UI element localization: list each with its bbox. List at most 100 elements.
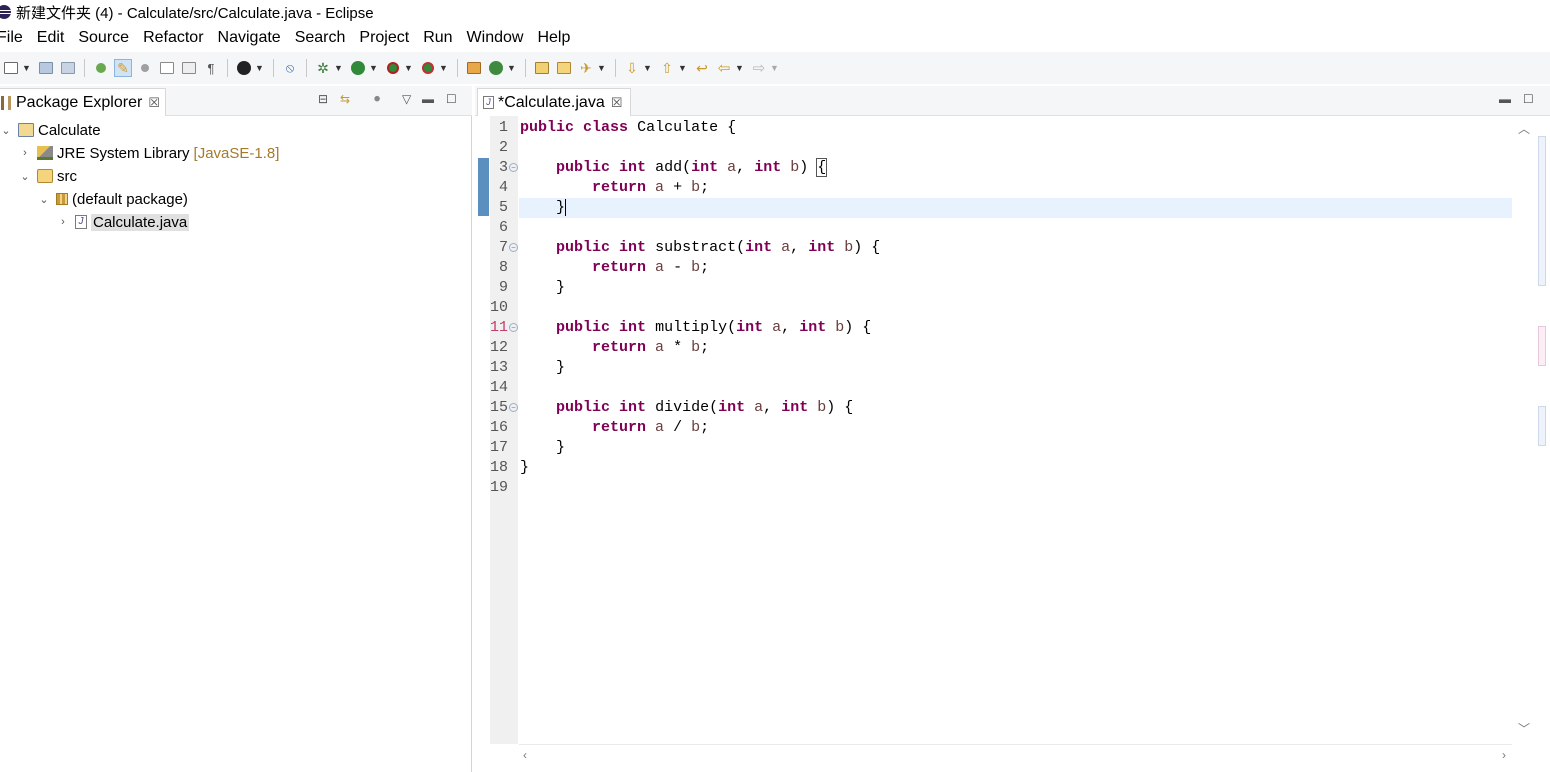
new-icon[interactable] [2, 59, 20, 77]
maximize-icon[interactable]: ☐ [446, 92, 457, 106]
profile-icon[interactable] [235, 59, 253, 77]
external-tools-icon[interactable] [419, 59, 437, 77]
save-icon[interactable] [37, 59, 55, 77]
link-with-editor-icon[interactable]: ⇆ [340, 92, 350, 106]
chevron-up-icon[interactable]: ︿ [1518, 120, 1530, 137]
menu-search[interactable]: Search [295, 29, 346, 47]
show-whitespace-icon[interactable]: ¶ [202, 59, 220, 77]
new-class-dropdown-icon[interactable]: ▼ [507, 59, 516, 77]
toolbar-separator [306, 59, 307, 77]
eclipse-icon [0, 5, 11, 19]
tree-item-default-package[interactable]: ⌄ (default package) [38, 188, 188, 210]
open-type-hierarchy-icon[interactable] [533, 59, 551, 77]
fold-toggle-icon[interactable]: − [509, 243, 518, 252]
fold-toggle-icon[interactable]: − [509, 163, 518, 172]
fold-toggle-icon[interactable]: − [509, 403, 518, 412]
tree-item-calculate-project[interactable]: ⌄ Calculate [0, 119, 100, 141]
open-type-icon[interactable] [92, 59, 110, 77]
fold-toggle-icon[interactable]: − [509, 323, 518, 332]
horizontal-scrollbar[interactable]: ‹ › [519, 744, 1512, 768]
code-editor[interactable]: 1 2 3−4 5 6 7−8 9 10 11−12 13 14 15−16 17 18 19 public… [475, 116, 1550, 772]
menu-file[interactable]: File [0, 29, 23, 47]
tree-item-jre-system-library[interactable]: › JRE System Library [JavaSE-1.8] [19, 142, 279, 164]
save-all-icon[interactable] [59, 59, 77, 77]
open-task-dropdown-icon[interactable]: ▼ [597, 59, 606, 77]
chevron-down-icon[interactable]: ⌄ [19, 170, 31, 183]
view-menu-icon[interactable]: ▽ [402, 92, 411, 106]
chevron-right-icon[interactable]: › [1502, 748, 1506, 762]
block-selection-icon[interactable] [158, 59, 176, 77]
menu-run[interactable]: Run [423, 29, 452, 47]
new-dropdown-icon[interactable]: ▼ [22, 59, 31, 77]
line-number: 11 [489, 319, 508, 336]
menu-source[interactable]: Source [78, 29, 129, 47]
external-tools-dropdown-icon[interactable]: ▼ [439, 59, 448, 77]
tree-item-src[interactable]: ⌄ src [19, 165, 77, 187]
package-explorer-view: Package Explorer ☒ ⊟ ⇆ ⚫ ▽ ▬ ☐ ⌄ Calcula… [0, 86, 472, 772]
chevron-right-icon[interactable]: › [19, 147, 31, 159]
close-icon[interactable]: ☒ [611, 95, 623, 111]
new-java-class-icon[interactable] [487, 59, 505, 77]
source-folder-icon [37, 169, 53, 183]
previous-annotation-dropdown-icon[interactable]: ▼ [678, 59, 687, 77]
run-icon[interactable] [349, 59, 367, 77]
word-wrap-icon[interactable] [180, 59, 198, 77]
code-line: } [520, 459, 530, 476]
debug-dropdown-icon[interactable]: ▼ [334, 59, 343, 77]
menu-navigate[interactable]: Navigate [218, 29, 281, 47]
line-number: 3 [498, 159, 508, 176]
maximize-icon[interactable]: ☐ [1523, 92, 1534, 106]
minimize-icon[interactable]: ▬ [1499, 92, 1511, 106]
next-annotation-icon[interactable]: ⇩ [623, 59, 641, 77]
menu-refactor[interactable]: Refactor [143, 29, 203, 47]
close-icon[interactable]: ☒ [148, 95, 160, 111]
java-file-icon: J [75, 215, 87, 229]
chevron-down-icon[interactable]: ⌄ [38, 193, 50, 206]
line-number: 12 [489, 339, 508, 356]
back-icon[interactable]: ⇦ [715, 59, 733, 77]
collapse-all-icon[interactable]: ⊟ [318, 92, 328, 106]
mark-occurrences-icon[interactable]: ✎ [114, 59, 132, 77]
menu-project[interactable]: Project [359, 29, 409, 47]
tree-item-label: src [57, 167, 77, 185]
last-edit-location-icon[interactable]: ↩ [693, 59, 711, 77]
open-task-icon[interactable]: ✈ [577, 59, 595, 77]
coverage-icon[interactable] [384, 59, 402, 77]
chevron-down-icon[interactable]: ﹀ [1518, 720, 1530, 737]
code-text-area[interactable]: public class Calculate { public int add(… [519, 116, 1512, 744]
line-number-ruler: 1 2 3−4 5 6 7−8 9 10 11−12 13 14 15−16 17 18 19 [490, 116, 518, 744]
line-number: 8 [498, 259, 508, 276]
vertical-scrollbar[interactable]: ︿ ﹀ [1512, 116, 1550, 744]
chevron-right-icon[interactable]: › [57, 216, 69, 228]
skip-breakpoints-icon[interactable]: ⦸ [281, 59, 299, 77]
forward-dropdown-icon[interactable]: ▼ [770, 59, 779, 77]
next-annotation-dropdown-icon[interactable]: ▼ [643, 59, 652, 77]
project-icon [18, 123, 34, 137]
code-line: } [556, 198, 567, 216]
menu-help[interactable]: Help [537, 29, 570, 47]
coverage-dropdown-icon[interactable]: ▼ [404, 59, 413, 77]
code-line: return a + b; [592, 179, 710, 196]
open-folder-icon[interactable] [555, 59, 573, 77]
run-dropdown-icon[interactable]: ▼ [369, 59, 378, 77]
chevron-left-icon[interactable]: ‹ [523, 748, 527, 762]
chevron-down-icon[interactable]: ⌄ [0, 124, 12, 137]
tab-calculate-java[interactable]: J *Calculate.java ☒ [477, 88, 631, 116]
menu-edit[interactable]: Edit [37, 29, 65, 47]
menu-window[interactable]: Window [467, 29, 524, 47]
line-number: 7 [498, 239, 508, 256]
code-line: } [556, 359, 566, 376]
toggle-breadcrumb-icon[interactable] [136, 59, 154, 77]
tab-package-explorer[interactable]: Package Explorer ☒ [0, 88, 166, 116]
focus-active-task-icon[interactable]: ⚫ [372, 92, 382, 106]
overview-ruler-mark [1538, 326, 1546, 366]
new-java-package-icon[interactable] [465, 59, 483, 77]
back-dropdown-icon[interactable]: ▼ [735, 59, 744, 77]
forward-icon[interactable]: ⇨ [750, 59, 768, 77]
toolbar-separator [273, 59, 274, 77]
tree-item-calculate-java[interactable]: › J Calculate.java [57, 211, 190, 233]
minimize-icon[interactable]: ▬ [422, 92, 434, 106]
previous-annotation-icon[interactable]: ⇧ [658, 59, 676, 77]
debug-icon[interactable]: ✲ [314, 59, 332, 77]
profile-dropdown-icon[interactable]: ▼ [255, 59, 264, 77]
